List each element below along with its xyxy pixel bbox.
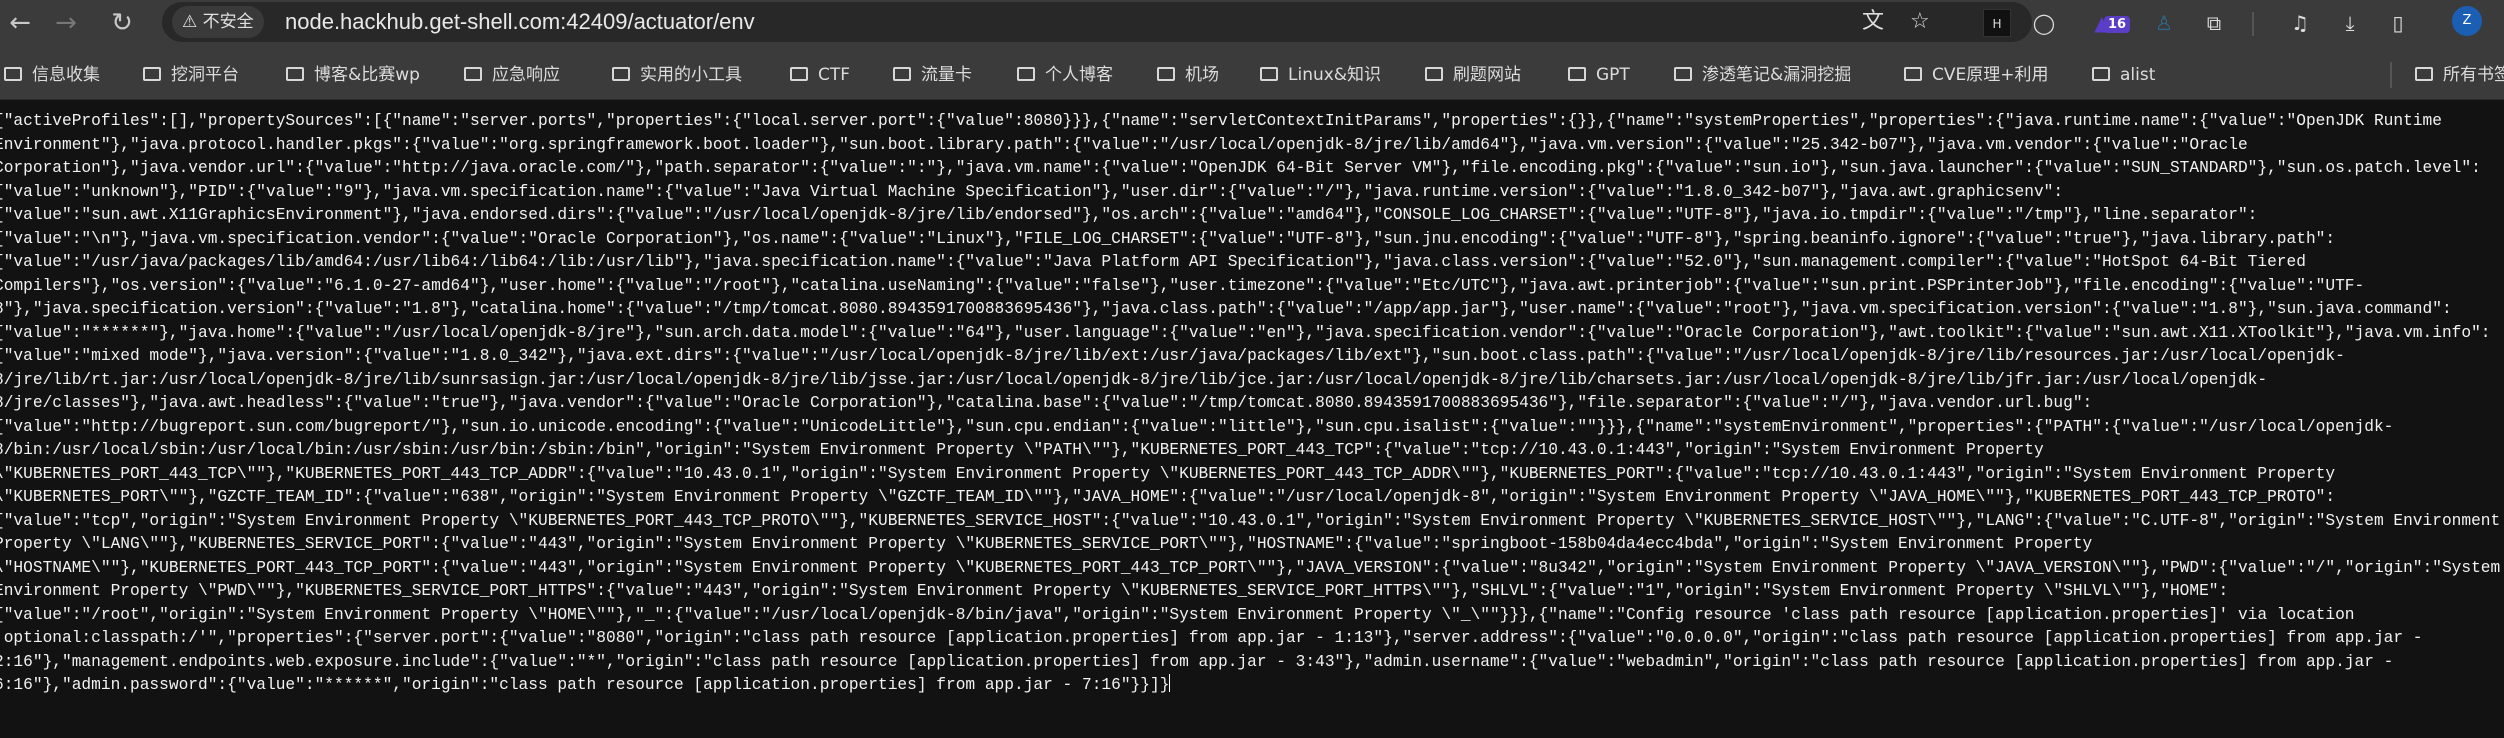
bookmarks-bar: 信息收集 挖洞平台 博客&比赛wp 应急响应 实用的小工具 CTF 流量卡 个人… bbox=[0, 50, 2504, 100]
bookmark-folder[interactable]: 挖洞平台 bbox=[143, 62, 239, 88]
folder-icon bbox=[2415, 67, 2433, 81]
bookmark-label: 机场 bbox=[1185, 65, 1219, 85]
json-text-line: Corporation"},"java.vendor.url":{"value"… bbox=[0, 159, 2481, 177]
side-panel-icon[interactable]: ▯ bbox=[2384, 9, 2412, 37]
bookmark-folder[interactable]: 实用的小工具 bbox=[612, 62, 742, 88]
json-text-line: {"value":"******"},"java.home":{"value":… bbox=[0, 323, 2491, 342]
folder-icon bbox=[1017, 67, 1035, 81]
json-text-line: 8/jre/lib/rt.jar:/usr/local/openjdk-8/jr… bbox=[0, 370, 2268, 389]
folder-icon bbox=[1674, 67, 1692, 81]
bookmark-label: 应急响应 bbox=[492, 65, 560, 85]
security-label: 不安全 bbox=[202, 12, 254, 32]
bookmark-label: 博客&比赛wp bbox=[314, 65, 420, 85]
json-text-line: {"value":"unknown"},"PID":{"value":"9"},… bbox=[0, 182, 2064, 201]
bookmark-folder[interactable]: 信息收集 bbox=[4, 62, 100, 88]
bookmark-label: 流量卡 bbox=[921, 65, 972, 85]
json-text-line: {"value":"mixed mode"},"java.version":{"… bbox=[0, 347, 2345, 365]
folder-icon bbox=[1568, 67, 1586, 81]
json-text-line: \"HOSTNAME\""},"KUBERNETES_PORT_443_TCP_… bbox=[0, 558, 2501, 577]
folder-icon bbox=[1904, 67, 1922, 81]
bookmark-folder[interactable]: Linux&知识 bbox=[1260, 62, 1381, 88]
folder-icon bbox=[4, 67, 22, 81]
bookmark-label: 刷题网站 bbox=[1453, 65, 1521, 85]
extension-ring-icon[interactable]: ◯ bbox=[2030, 9, 2058, 37]
folder-icon bbox=[893, 67, 911, 81]
json-text-line: 'optional:classpath:/'","properties":{"s… bbox=[0, 629, 2423, 647]
bookmark-folder[interactable]: CVE原理+利用 bbox=[1904, 62, 2049, 88]
extension-h-icon[interactable]: H bbox=[1983, 9, 2011, 37]
all-bookmarks-button[interactable]: 所有书签 bbox=[2415, 62, 2504, 88]
bookmark-folder[interactable]: 机场 bbox=[1157, 62, 1219, 88]
json-response-body: {"activeProfiles":[],"propertySources":[… bbox=[0, 110, 2504, 738]
media-control-icon[interactable]: ♫ bbox=[2286, 9, 2314, 37]
toolbar-divider bbox=[2252, 12, 2254, 36]
bookmark-folder[interactable]: 个人博客 bbox=[1017, 62, 1113, 88]
bookmark-label: CTF bbox=[818, 65, 851, 85]
folder-icon bbox=[612, 67, 630, 81]
json-text-line: 8/jre/classes"},"java.awt.headless":{"va… bbox=[0, 394, 2093, 412]
bookmark-label: 所有书签 bbox=[2443, 65, 2504, 85]
url-text[interactable]: node.hackhub.get-shell.com:42409/actuato… bbox=[285, 2, 755, 42]
extensions-puzzle-icon[interactable]: ⧉ bbox=[2200, 9, 2228, 37]
translate-icon[interactable]: 文 bbox=[1862, 8, 1884, 36]
bookmark-label: 实用的小工具 bbox=[640, 65, 742, 85]
folder-icon bbox=[1157, 67, 1175, 81]
json-text-line: 8"},"java.specification.version":{"value… bbox=[0, 300, 2452, 318]
json-text-line: Property \"LANG\""},"KUBERNETES_SERVICE_… bbox=[0, 535, 2093, 553]
security-indicator[interactable]: ⚠ 不安全 bbox=[172, 6, 264, 38]
text-caret bbox=[1169, 674, 1171, 692]
json-text-line: \"KUBERNETES_PORT\""},"GZCTF_TEAM_ID":{"… bbox=[0, 488, 2336, 506]
json-text-line: {"value":"tcp","origin":"System Environm… bbox=[0, 511, 2501, 530]
folder-icon bbox=[464, 67, 482, 81]
bookmark-label: GPT bbox=[1596, 65, 1630, 85]
bookmark-folder[interactable]: GPT bbox=[1568, 62, 1630, 88]
json-text-line: Environment Property \"PWD\""},"KUBERNET… bbox=[0, 582, 2229, 600]
bookmark-folder[interactable]: CTF bbox=[790, 62, 850, 88]
json-text-line: {"activeProfiles":[],"propertySources":[… bbox=[0, 112, 2442, 130]
bookmark-label: alist bbox=[2120, 65, 2156, 85]
bookmark-folder[interactable]: alist bbox=[2092, 62, 2155, 88]
extension-badge: 16 bbox=[2104, 16, 2131, 33]
profile-avatar[interactable]: Z bbox=[2452, 6, 2482, 36]
json-text-line: Environment"},"java.protocol.handler.pkg… bbox=[0, 135, 2248, 154]
folder-icon bbox=[286, 67, 304, 81]
json-text-line: {"value":"sun.awt.X11GraphicsEnvironment… bbox=[0, 206, 2258, 224]
bookmark-label: CVE原理+利用 bbox=[1932, 65, 2049, 85]
bookmark-folder[interactable]: 博客&比赛wp bbox=[286, 62, 420, 88]
json-text-line: {"value":"\n"},"java.vm.specification.ve… bbox=[0, 229, 2336, 248]
json-text-line: 8/bin:/usr/local/sbin:/usr/local/bin:/us… bbox=[0, 441, 2044, 459]
bookmarks-divider bbox=[2390, 62, 2392, 88]
bookmark-label: 个人博客 bbox=[1045, 65, 1113, 85]
bookmark-label: Linux&知识 bbox=[1288, 65, 1382, 85]
bookmark-folder[interactable]: 流量卡 bbox=[893, 62, 972, 88]
extension-figure-icon[interactable]: ♙ bbox=[2150, 9, 2178, 37]
json-text-line: \"KUBERNETES_PORT_443_TCP\""},"KUBERNETE… bbox=[0, 464, 2336, 483]
json-text-line: 6:16"},"admin.password":{"value":"******… bbox=[0, 674, 1171, 694]
folder-icon bbox=[790, 67, 808, 81]
bookmark-label: 挖洞平台 bbox=[171, 65, 239, 85]
reload-icon[interactable]: ↻ bbox=[104, 6, 140, 42]
json-text-line: Compilers"},"os.version":{"value":"6.1.0… bbox=[0, 276, 2365, 295]
folder-icon bbox=[143, 67, 161, 81]
warning-icon: ⚠ bbox=[182, 12, 198, 32]
json-text-line: {"value":"/root","origin":"System Enviro… bbox=[0, 605, 2355, 624]
folder-icon bbox=[1425, 67, 1443, 81]
bookmark-folder[interactable]: 应急响应 bbox=[464, 62, 560, 88]
bookmark-star-icon[interactable]: ☆ bbox=[1910, 8, 1930, 36]
browser-toolbar: ← → ↻ ⚠ 不安全 node.hackhub.get-shell.com:4… bbox=[0, 0, 2504, 50]
forward-icon[interactable]: → bbox=[48, 6, 84, 42]
download-icon[interactable]: ⤓ bbox=[2336, 9, 2364, 37]
back-icon[interactable]: ← bbox=[2, 6, 38, 42]
json-text-line: {"value":"/usr/java/packages/lib/amd64:/… bbox=[0, 253, 2306, 271]
folder-icon bbox=[2092, 67, 2110, 81]
bookmark-folder[interactable]: 渗透笔记&漏洞挖掘 bbox=[1674, 62, 1851, 88]
bookmark-label: 信息收集 bbox=[32, 65, 100, 85]
bookmark-label: 渗透笔记&漏洞挖掘 bbox=[1702, 65, 1852, 85]
json-text-line: 2:16"},"management.endpoints.web.exposur… bbox=[0, 652, 2394, 671]
folder-icon bbox=[1260, 67, 1278, 81]
json-text-line: {"value":"http://bugreport.sun.com/bugre… bbox=[0, 417, 2394, 436]
bookmark-folder[interactable]: 刷题网站 bbox=[1425, 62, 1521, 88]
